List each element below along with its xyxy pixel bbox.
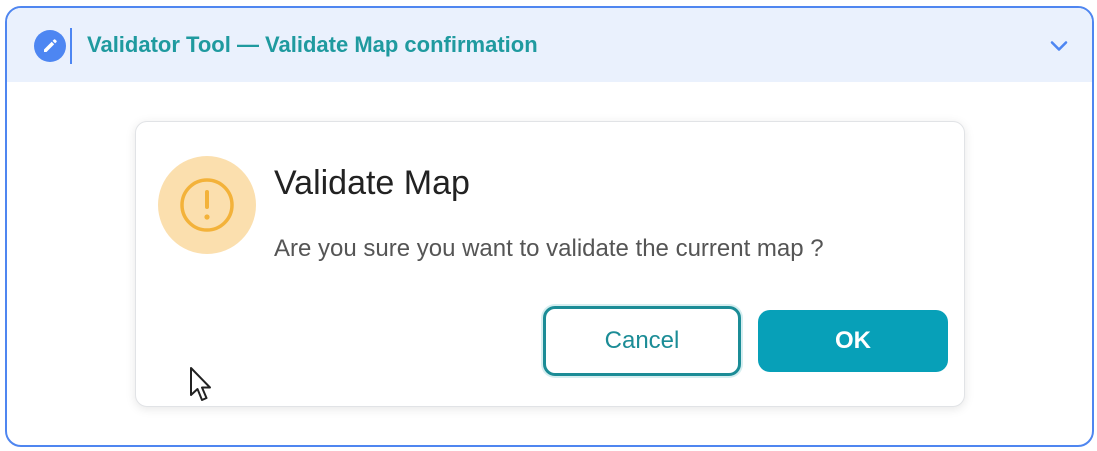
ok-button[interactable]: OK (758, 310, 948, 372)
header-divider (70, 28, 72, 64)
chevron-down-icon[interactable] (1047, 34, 1071, 58)
cancel-button[interactable]: Cancel (543, 306, 741, 376)
panel-title: Validator Tool — Validate Map confirmati… (87, 32, 538, 57)
warning-icon (158, 156, 256, 254)
validator-panel: Validator Tool — Validate Map confirmati… (5, 6, 1094, 447)
validate-map-dialog: Validate Map Are you sure you want to va… (135, 121, 965, 407)
panel-header[interactable]: Validator Tool — Validate Map confirmati… (7, 8, 1092, 82)
dialog-message: Are you sure you want to validate the cu… (274, 235, 824, 262)
mouse-pointer-icon (190, 367, 211, 401)
dialog-title: Validate Map (274, 164, 470, 202)
pencil-icon (34, 30, 66, 62)
